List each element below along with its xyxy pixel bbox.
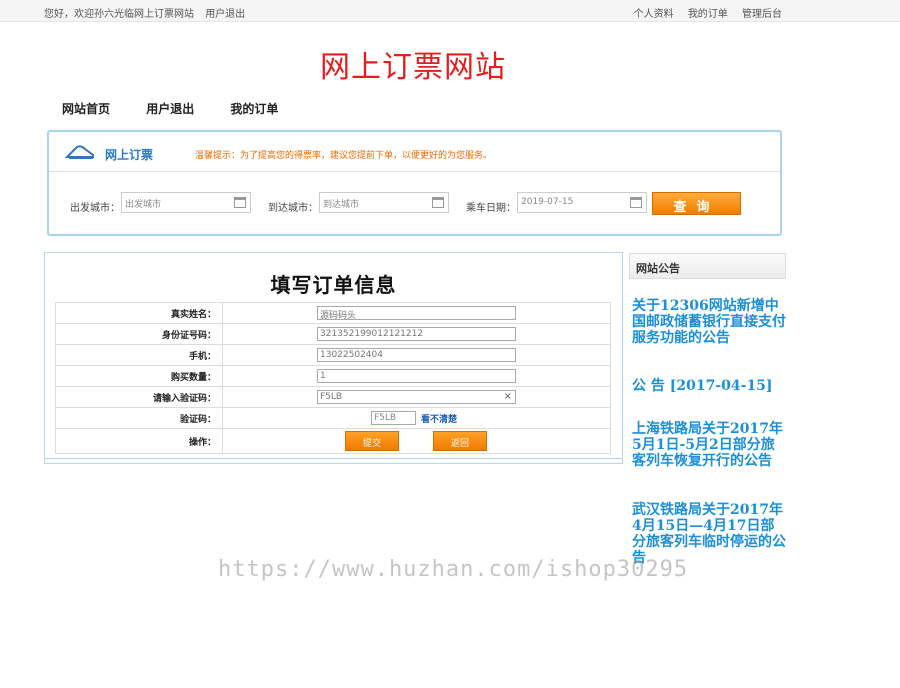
depart-label: 出发城市： <box>70 203 120 214</box>
top-logout-link[interactable]: 用户退出 <box>205 9 245 20</box>
table-row: 真实姓名： 源码码头 <box>55 302 611 324</box>
id-label: 身份证号码： <box>55 323 223 345</box>
divider <box>45 458 622 459</box>
order-form-panel: 填写订单信息 真实姓名： 源码码头 身份证号码： 321352199012121… <box>44 252 623 464</box>
enter-captcha-label: 请输入验证码： <box>55 386 223 408</box>
order-form-table: 真实姓名： 源码码头 身份证号码： 321352199012121212 手机：… <box>55 302 611 454</box>
notice-item[interactable]: 上海铁路局关于2017年5月1日-5月2日部分旅客列车恢复开行的公告 <box>632 421 786 469</box>
notice-item[interactable]: 关于12306网站新增中国邮政储蓄银行直接支付服务功能的公告 <box>632 298 786 346</box>
phone-label: 手机： <box>55 344 223 366</box>
ticket-tip: 温馨提示：为了提高您的得票率，建议您提前下单，以便更好的为您服务。 <box>195 151 493 161</box>
watermark: https://www.huzhan.com/ishop30295 <box>218 557 689 582</box>
date-value: 2019-07-15 <box>521 197 574 207</box>
arrive-label: 到达城市： <box>268 203 318 214</box>
depart-city-input[interactable]: 出发城市 <box>121 192 251 213</box>
my-orders-link[interactable]: 我的订单 <box>688 9 728 20</box>
name-label: 真实姓名： <box>55 302 223 324</box>
date-input[interactable]: 2019-07-15 <box>517 192 647 213</box>
nav-my-orders[interactable]: 我的订单 <box>230 102 278 116</box>
greeting-text: 您好，欢迎孙六光临网上订票网站 <box>44 9 194 20</box>
table-row: 身份证号码： 321352199012121212 <box>55 323 611 345</box>
site-title: 网上订票网站 <box>320 50 506 85</box>
nav-home[interactable]: 网站首页 <box>62 102 110 116</box>
table-row: 请输入验证码： F5LB × <box>55 386 611 408</box>
captcha-label: 验证码： <box>55 407 223 429</box>
order-title: 填写订单信息 <box>270 273 397 297</box>
notice-heading: 网站公告 <box>629 253 786 279</box>
date-label: 乘车日期： <box>466 203 516 214</box>
profile-link[interactable]: 个人资料 <box>634 9 674 20</box>
real-name-input[interactable]: 源码码头 <box>317 306 516 321</box>
quantity-label: 购买数量： <box>55 365 223 387</box>
ticket-panel-header: 网上订票 温馨提示：为了提高您的得票率，建议您提前下单，以便更好的为您服务。 <box>49 132 780 172</box>
arrive-city-input[interactable]: 到达城市 <box>319 192 449 213</box>
captcha-refresh-link[interactable]: 看不清楚 <box>421 412 457 425</box>
submit-button[interactable]: 提交 <box>345 431 399 451</box>
calendar-icon <box>432 197 444 208</box>
clear-icon[interactable]: × <box>504 391 512 402</box>
phone-input[interactable]: 13022502404 <box>317 348 516 362</box>
table-row: 操作： 提交 返回 <box>55 428 611 454</box>
table-row: 手机： 13022502404 <box>55 344 611 366</box>
table-row: 购买数量： 1 <box>55 365 611 387</box>
captcha-input-value: F5LB <box>320 392 343 402</box>
top-bar: 您好，欢迎孙六光临网上订票网站 用户退出 个人资料 我的订单 管理后台 <box>0 0 900 22</box>
quantity-input[interactable]: 1 <box>317 369 516 383</box>
id-number-input[interactable]: 321352199012121212 <box>317 327 516 341</box>
main-nav: 网站首页 用户退出 我的订单 <box>62 100 310 117</box>
query-button[interactable]: 查询 <box>652 192 741 215</box>
ticket-panel-title: 网上订票 <box>105 148 154 162</box>
calendar-icon <box>234 197 246 208</box>
notice-item[interactable]: 公 告 [2017-04-15] <box>632 378 786 394</box>
depart-placeholder: 出发城市 <box>125 200 162 210</box>
arrive-placeholder: 到达城市 <box>323 200 360 210</box>
top-bar-right: 个人资料 我的订单 管理后台 <box>623 5 782 20</box>
captcha-input[interactable]: F5LB × <box>317 390 516 404</box>
action-label: 操作： <box>55 428 223 454</box>
ticket-search-panel: 网上订票 温馨提示：为了提高您的得票率，建议您提前下单，以便更好的为您服务。 出… <box>47 130 782 236</box>
nav-logout[interactable]: 用户退出 <box>146 102 194 116</box>
top-bar-left: 您好，欢迎孙六光临网上订票网站 用户退出 <box>44 5 253 20</box>
train-icon <box>65 145 94 159</box>
back-button[interactable]: 返回 <box>433 431 487 451</box>
captcha-image: F5LB <box>371 411 416 425</box>
calendar-icon <box>630 197 642 208</box>
table-row: 验证码： F5LB 看不清楚 <box>55 407 611 429</box>
admin-link[interactable]: 管理后台 <box>742 9 782 20</box>
